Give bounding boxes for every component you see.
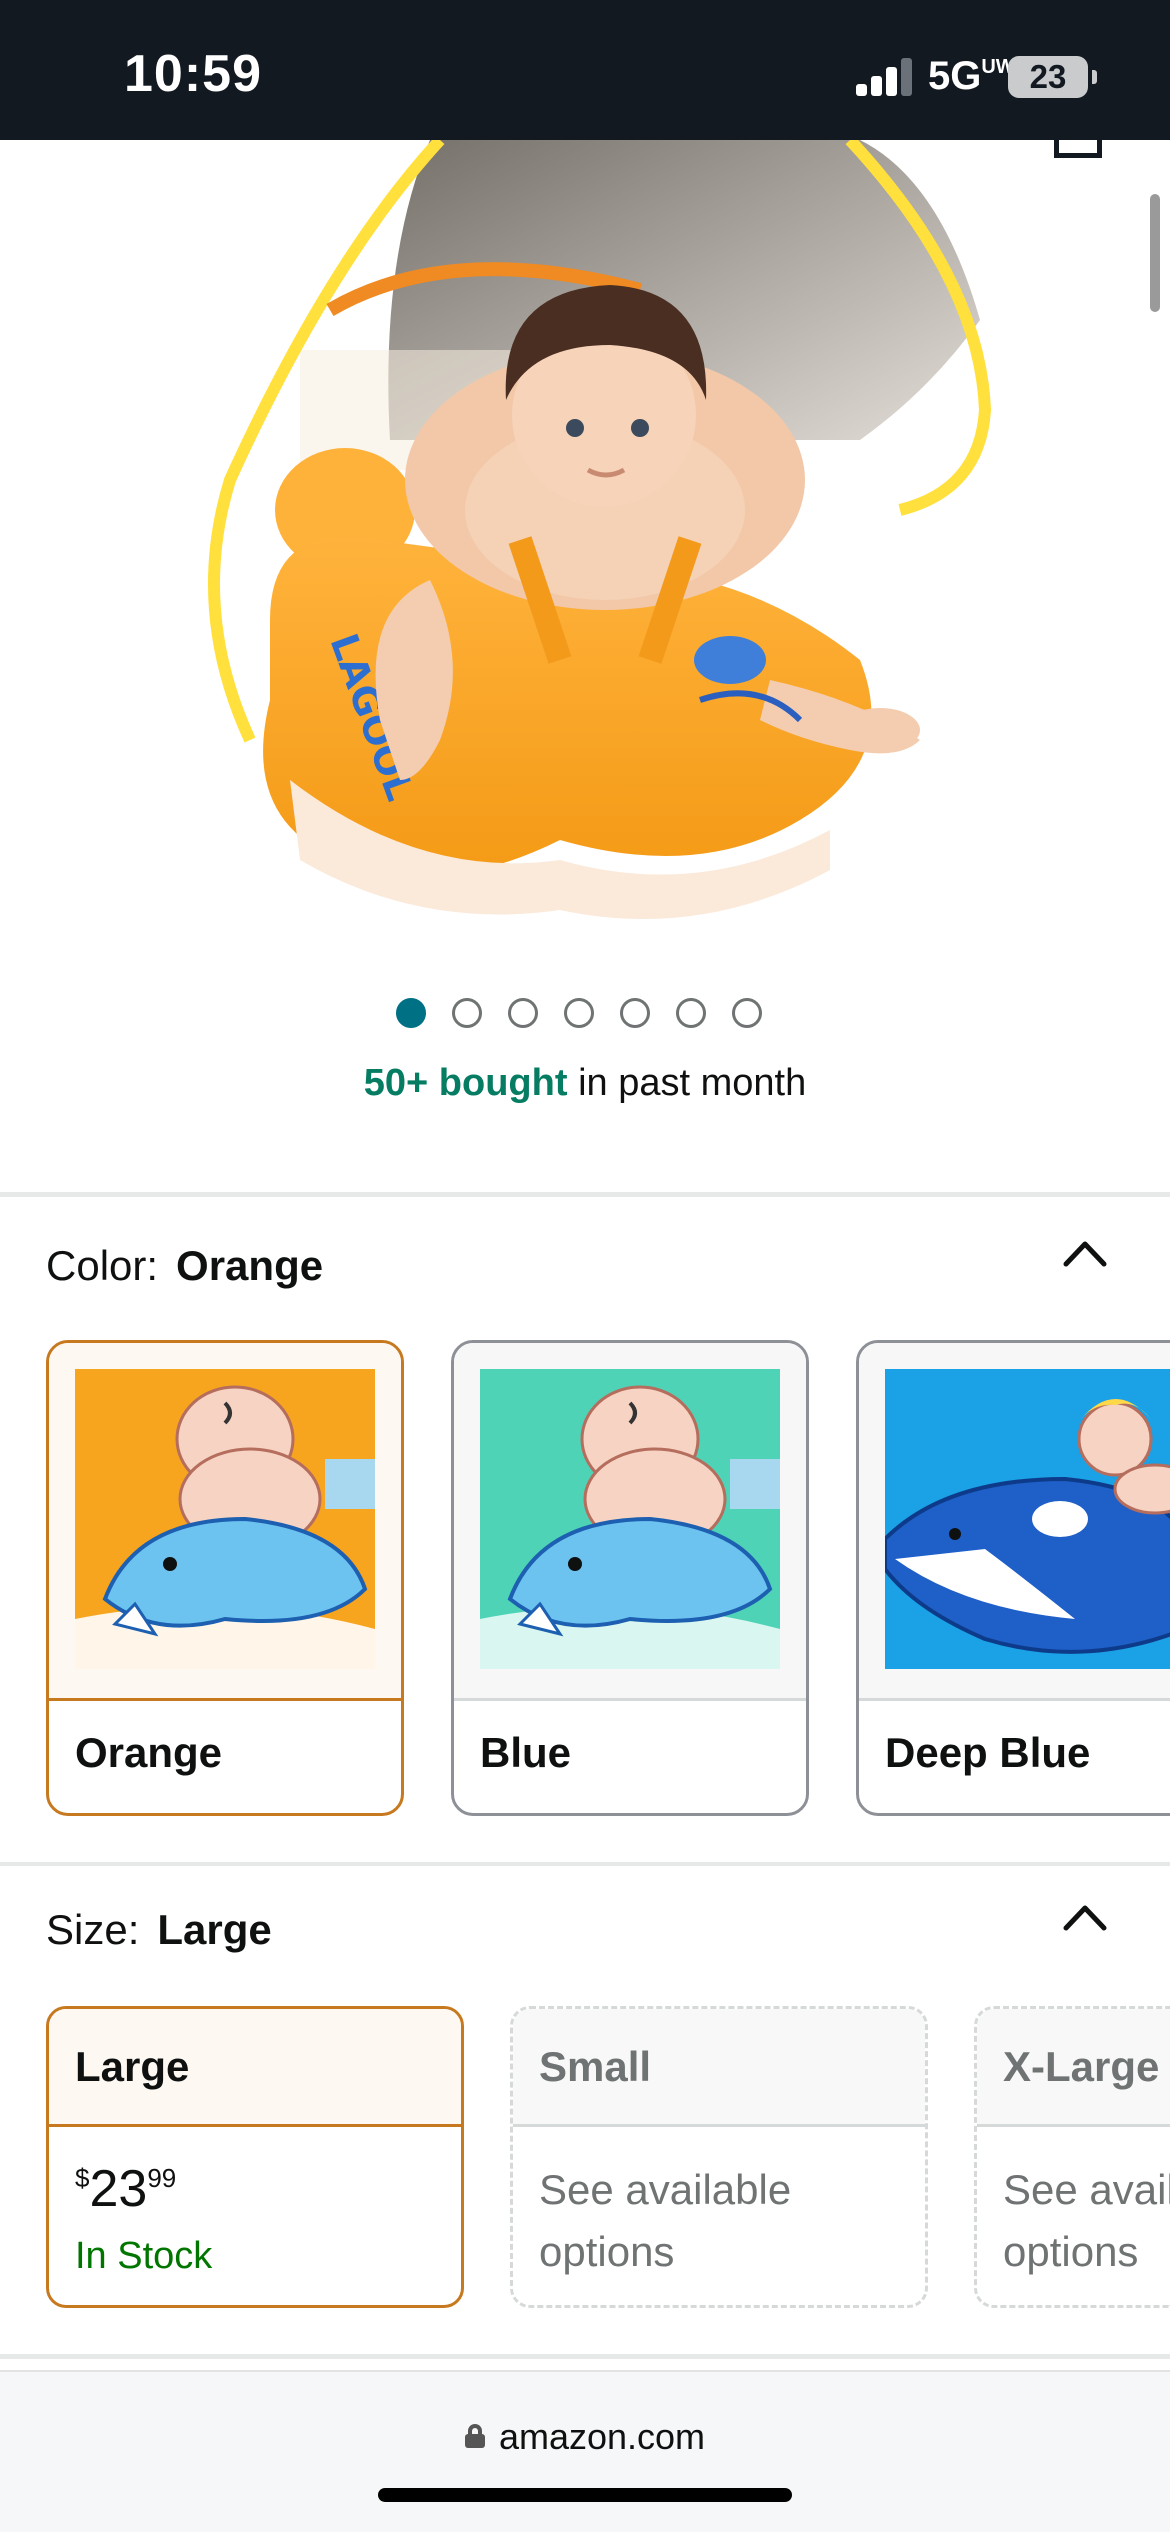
swatch-image-area [49, 1343, 401, 1701]
size-option-x-large[interactable]: X-Large See availableoptions [974, 2006, 1170, 2308]
baby-float-illustration: LAGOOL [208, 140, 992, 919]
battery-tip [1092, 70, 1097, 84]
size-option-large[interactable]: Large $2399 In Stock [46, 2006, 464, 2308]
product-image[interactable]: LAGOOL [0, 140, 1170, 970]
browser-url-bar[interactable]: amazon.com [0, 2370, 1170, 2532]
network-type: 5GUW [928, 54, 1015, 98]
bought-count: 50+ bought [363, 1062, 568, 1104]
size-option-header: X-Large [977, 2009, 1170, 2127]
carousel-dot-3[interactable] [508, 998, 538, 1028]
size-option-header: Small [513, 2009, 925, 2127]
color-label-text: Color: [46, 1242, 159, 1289]
battery-icon: 23 [1008, 56, 1088, 98]
carousel-dot-7[interactable] [732, 998, 762, 1028]
carousel-dot-1[interactable] [396, 998, 426, 1028]
size-label: Size: Large [46, 1906, 272, 1954]
chevron-up-icon[interactable] [1062, 1902, 1108, 1932]
chevron-up-icon[interactable] [1062, 1238, 1108, 1268]
stock-status: In Stock [75, 2235, 213, 2277]
size-option-header: Large [49, 2009, 461, 2127]
swatch-image-area [454, 1343, 806, 1701]
color-option-name: Deep Blue [885, 1729, 1091, 1776]
section-divider [0, 1192, 1170, 1197]
size-option-price: $2399 [75, 2160, 177, 2218]
url-display[interactable]: amazon.com [0, 2416, 1170, 2458]
carousel-dot-6[interactable] [676, 998, 706, 1028]
color-option-blue[interactable]: Blue [451, 1340, 809, 1816]
size-option-small[interactable]: Small See available options [510, 2006, 928, 2308]
social-proof: 50+ bought in past month [0, 1062, 1170, 1105]
swatch-image-area [859, 1343, 1170, 1701]
color-option-orange[interactable]: Orange [46, 1340, 404, 1816]
size-option-name: Small [539, 2043, 652, 2090]
status-bar: 10:59 5GUW 23 [0, 0, 1170, 140]
carousel-dot-2[interactable] [452, 998, 482, 1028]
size-option-name: Large [75, 2043, 190, 2090]
share-icon[interactable] [1054, 140, 1102, 158]
baby-on-dolphin-teal [480, 1369, 780, 1669]
size-label-text: Size: [46, 1906, 140, 1953]
cellular-signal-icon [856, 58, 916, 96]
url-domain: amazon.com [498, 2416, 706, 2457]
baby-on-orca-blue [885, 1369, 1170, 1669]
availability-text: See availableoptions [539, 2166, 792, 2275]
image-carousel-dots[interactable] [396, 998, 762, 1030]
color-option-name: Orange [75, 1729, 223, 1776]
scrollbar [1150, 194, 1160, 312]
color-label: Color: Orange [46, 1242, 323, 1290]
color-option-name: Blue [480, 1729, 572, 1776]
carousel-dot-4[interactable] [564, 998, 594, 1028]
carousel-dot-5[interactable] [620, 998, 650, 1028]
status-time: 10:59 [124, 45, 262, 103]
size-selected-value: Large [157, 1906, 272, 1953]
color-option-deep-blue[interactable]: Deep Blue [856, 1340, 1170, 1816]
color-selected-value: Orange [176, 1242, 324, 1289]
availability-text: See availableoptions [1003, 2166, 1170, 2275]
home-indicator[interactable] [378, 2488, 792, 2502]
size-option-name: X-Large [1003, 2043, 1160, 2090]
bought-suffix: in past month [567, 1062, 807, 1104]
baby-on-dolphin-orange [75, 1369, 375, 1669]
section-divider [0, 2354, 1170, 2359]
lock-icon [464, 2424, 485, 2449]
section-divider [0, 1862, 1170, 1866]
